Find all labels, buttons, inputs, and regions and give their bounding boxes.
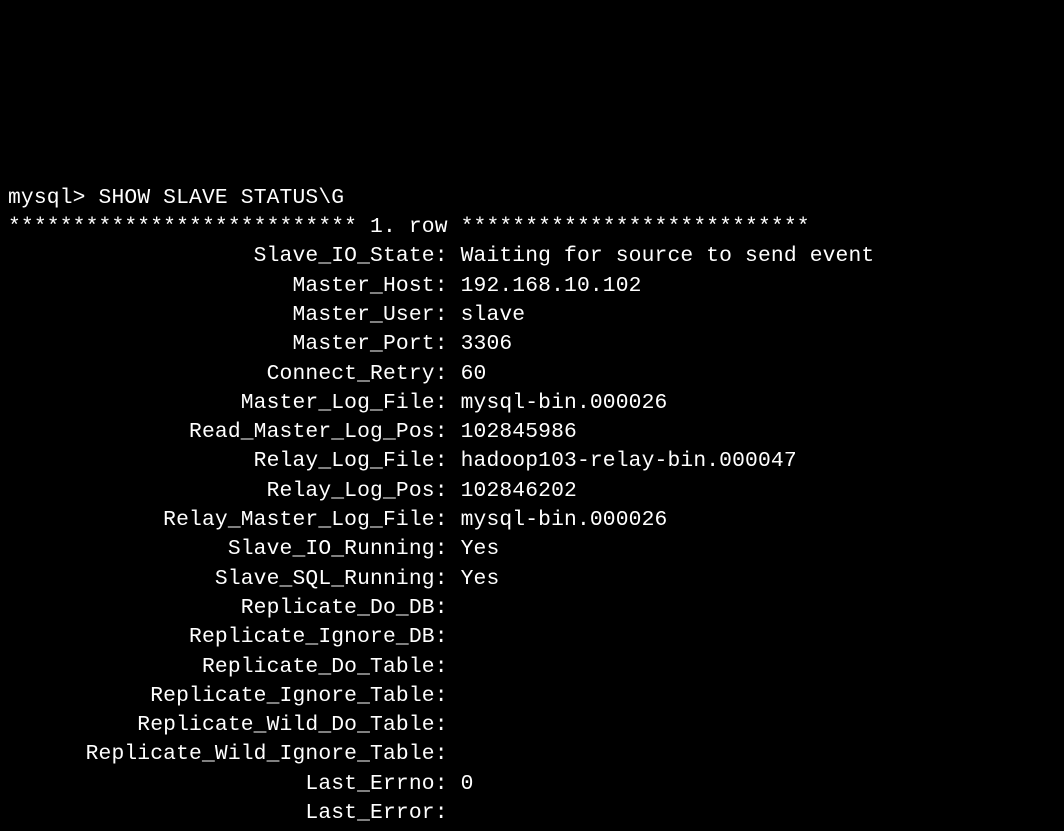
status-row: Master_Port: 3306 — [8, 332, 512, 356]
status-fields: Slave_IO_State: Waiting for source to se… — [8, 242, 1064, 831]
field-label: Relay_Log_File — [8, 447, 435, 476]
status-row: Slave_IO_Running: Yes — [8, 537, 499, 561]
field-label: Master_Port — [8, 330, 435, 359]
row-separator: *************************** 1. row *****… — [8, 215, 810, 239]
status-row: Slave_SQL_Running: Yes — [8, 567, 499, 591]
field-value: 192.168.10.102 — [461, 274, 642, 298]
row-separator-left: *************************** — [8, 215, 357, 239]
field-label: Master_Host — [8, 272, 435, 301]
field-label: Last_Errno — [8, 770, 435, 799]
field-value: 3306 — [461, 332, 513, 356]
field-value: Waiting for source to send event — [461, 244, 875, 268]
field-value: hadoop103-relay-bin.000047 — [461, 449, 797, 473]
status-row: Replicate_Ignore_DB: — [8, 625, 461, 649]
field-label: Replicate_Wild_Ignore_Table — [8, 740, 435, 769]
field-label: Relay_Master_Log_File — [8, 506, 435, 535]
status-row: Replicate_Do_Table: — [8, 655, 461, 679]
terminal-output: mysql> SHOW SLAVE STATUS\G *************… — [0, 146, 1064, 831]
field-value: 0 — [461, 830, 474, 831]
field-label: Master_User — [8, 301, 435, 330]
row-separator-middle: 1. row — [357, 215, 460, 239]
field-value: 0 — [461, 772, 474, 796]
status-row: Replicate_Wild_Ignore_Table: — [8, 742, 461, 766]
field-label: Replicate_Wild_Do_Table — [8, 711, 435, 740]
field-label: Replicate_Do_DB — [8, 594, 435, 623]
status-row: Master_User: slave — [8, 303, 525, 327]
status-row: Replicate_Do_DB: — [8, 596, 461, 620]
status-row: Read_Master_Log_Pos: 102845986 — [8, 420, 577, 444]
field-value: 102846202 — [461, 479, 577, 503]
status-row: Relay_Master_Log_File: mysql-bin.000026 — [8, 508, 667, 532]
status-row: Slave_IO_State: Waiting for source to se… — [8, 244, 874, 268]
field-label: Slave_SQL_Running — [8, 565, 435, 594]
field-label: Replicate_Ignore_Table — [8, 682, 435, 711]
status-row: Replicate_Ignore_Table: — [8, 684, 461, 708]
field-label: Connect_Retry — [8, 360, 435, 389]
field-label: Slave_IO_State — [8, 242, 435, 271]
field-value: Yes — [461, 537, 500, 561]
field-value: slave — [461, 303, 526, 327]
row-separator-right: *************************** — [461, 215, 810, 239]
field-label: Replicate_Ignore_DB — [8, 623, 435, 652]
field-label: Relay_Log_Pos — [8, 477, 435, 506]
field-value: Yes — [461, 567, 500, 591]
field-value: 102845986 — [461, 420, 577, 444]
field-label: Master_Log_File — [8, 389, 435, 418]
field-label: Last_Error — [8, 799, 435, 828]
field-label: Slave_IO_Running — [8, 535, 435, 564]
mysql-prompt: mysql> SHOW SLAVE STATUS\G — [8, 186, 344, 210]
command-text: SHOW SLAVE STATUS\G — [99, 186, 345, 210]
status-row: Master_Log_File: mysql-bin.000026 — [8, 391, 667, 415]
prompt-text: mysql> — [8, 186, 86, 210]
status-row: Skip_Counter: 0 — [8, 830, 474, 831]
field-value: mysql-bin.000026 — [461, 391, 668, 415]
status-row: Relay_Log_File: hadoop103-relay-bin.0000… — [8, 449, 797, 473]
field-label: Replicate_Do_Table — [8, 653, 435, 682]
field-label: Skip_Counter — [8, 828, 435, 831]
status-row: Master_Host: 192.168.10.102 — [8, 274, 642, 298]
field-value: mysql-bin.000026 — [461, 508, 668, 532]
field-value: 60 — [461, 362, 487, 386]
field-label: Read_Master_Log_Pos — [8, 418, 435, 447]
status-row: Replicate_Wild_Do_Table: — [8, 713, 461, 737]
status-row: Last_Error: — [8, 801, 461, 825]
status-row: Connect_Retry: 60 — [8, 362, 486, 386]
status-row: Last_Errno: 0 — [8, 772, 474, 796]
status-row: Relay_Log_Pos: 102846202 — [8, 479, 577, 503]
